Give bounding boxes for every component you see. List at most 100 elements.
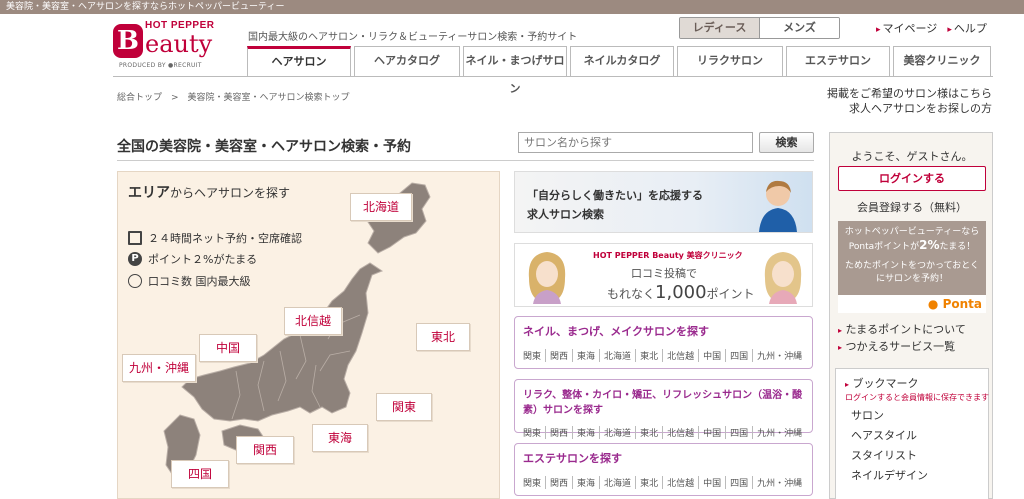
login-button[interactable]: ログインする xyxy=(838,166,986,191)
clinic-line2c: ポイント xyxy=(706,287,755,301)
region-chugoku[interactable]: 中国 xyxy=(199,334,257,362)
recruit-banner[interactable]: 「自分らしく働きたい」を応援する 求人サロン検索 xyxy=(514,171,813,233)
ponta-logo-text: Ponta xyxy=(942,297,982,311)
help-link[interactable]: ▸ ヘルプ xyxy=(947,20,987,36)
tab-relax-salon[interactable]: リラクサロン xyxy=(677,46,783,76)
bookmark-title: ▸ ブックマーク xyxy=(845,375,988,391)
region-kyushu-okinawa[interactable]: 九州・沖縄 xyxy=(122,354,196,382)
region-link[interactable]: 関西 xyxy=(546,476,574,489)
ponta-rate: 2% xyxy=(919,238,940,252)
points-icon: P xyxy=(128,252,142,266)
nail-eyelash-title[interactable]: ネイル、まつげ、メイクサロンを探す xyxy=(523,323,804,339)
region-link[interactable]: 北信越 xyxy=(663,476,700,489)
region-link[interactable]: 北海道 xyxy=(600,426,637,439)
region-link[interactable]: 四国 xyxy=(726,426,754,439)
region-link[interactable]: 東北 xyxy=(636,426,664,439)
region-link[interactable]: 九州・沖縄 xyxy=(753,476,806,489)
mens-tab[interactable]: メンズ xyxy=(760,18,839,38)
region-link[interactable]: 関東 xyxy=(523,426,547,439)
salon-search-input[interactable] xyxy=(518,132,753,153)
services-label: つかえるサービス一覧 xyxy=(845,340,956,353)
region-link[interactable]: 九州・沖縄 xyxy=(753,349,806,362)
region-tohoku[interactable]: 東北 xyxy=(416,323,470,351)
region-hokkaido[interactable]: 北海道 xyxy=(350,193,412,221)
speech-bubble-icon xyxy=(128,274,142,288)
ponta-logo: ● Ponta xyxy=(838,295,986,313)
help-label: ヘルプ xyxy=(953,22,987,35)
region-link[interactable]: 中国 xyxy=(699,426,727,439)
clinic-line1: 口コミ投稿で xyxy=(631,267,697,280)
region-links: 関東 関西 東海 北海道 東北 北信越 中国 四国 九州・沖縄 xyxy=(523,426,804,439)
relax-title[interactable]: リラク、整体・カイロ・矯正、リフレッシュサロン（温浴・酸素）サロンを探す xyxy=(523,386,804,416)
stylist-photo xyxy=(759,180,797,232)
ladies-tab[interactable]: レディース xyxy=(680,18,760,38)
region-link[interactable]: 北信越 xyxy=(663,426,700,439)
region-link[interactable]: 東海 xyxy=(573,426,601,439)
region-link[interactable]: 四国 xyxy=(726,476,754,489)
clinic-line2a: もれなく xyxy=(607,287,656,301)
tab-beauty-clinic[interactable]: 美容クリニック xyxy=(893,46,991,76)
tab-hair-salon[interactable]: ヘアサロン xyxy=(247,46,351,76)
region-link[interactable]: 関東 xyxy=(523,349,547,362)
points-info-link[interactable]: ▸ たまるポイントについて xyxy=(838,322,966,339)
ponta-line2c: たまる！ xyxy=(939,242,976,252)
hotpepper-beauty-logo[interactable]: HOT PEPPER B eauty PRODUCED BY ●RECRUIT xyxy=(113,20,225,72)
relax-search-box: リラク、整体・カイロ・矯正、リフレッシュサロン（温浴・酸素）サロンを探す 関東関… xyxy=(514,379,813,439)
top-banner-text: 美容院・美容室・ヘアサロンを探すならホットペッパービューティー xyxy=(0,0,1024,14)
pc-icon xyxy=(128,231,142,245)
region-link[interactable]: 北海道 xyxy=(600,476,637,489)
region-link[interactable]: 中国 xyxy=(699,349,727,362)
tab-nail-catalog[interactable]: ネイルカタログ xyxy=(570,46,674,76)
bookmark-nail-design[interactable]: ネイルデザイン xyxy=(845,467,988,483)
ponta-line1: ホットペッパービューティーなら xyxy=(844,227,980,237)
bookmark-hairstyle[interactable]: ヘアスタイル xyxy=(845,427,988,443)
clinic-points-amount: 1,000 xyxy=(655,282,707,303)
region-tokai[interactable]: 東海 xyxy=(312,424,368,452)
search-button[interactable]: 検索 xyxy=(759,132,814,153)
ponta-line3: ためたポイントをつかっておとく xyxy=(844,261,979,271)
bookmark-salon[interactable]: サロン xyxy=(845,407,988,423)
recruit-banner-line1: 「自分らしく働きたい」を応援する xyxy=(527,189,703,202)
tab-hair-catalog[interactable]: ヘアカタログ xyxy=(354,46,460,76)
tab-esthetic-salon[interactable]: エステサロン xyxy=(786,46,890,76)
region-shikoku[interactable]: 四国 xyxy=(171,460,229,488)
tab-nail-eyelash[interactable]: ネイル・まつげサロン xyxy=(463,46,567,95)
recruit-link[interactable]: 求人ヘアサロンをお探しの方 xyxy=(780,101,992,116)
services-link[interactable]: ▸ つかえるサービス一覧 xyxy=(838,339,966,356)
region-link[interactable]: 九州・沖縄 xyxy=(753,426,806,439)
mypage-label: マイページ xyxy=(882,22,938,35)
region-link[interactable]: 関東 xyxy=(523,476,547,489)
header-right-links: 掲載をご希望のサロン様はこちら 求人ヘアサロンをお探しの方 xyxy=(780,86,992,116)
region-link[interactable]: 関西 xyxy=(546,349,574,362)
region-link[interactable]: 北信越 xyxy=(663,349,700,362)
points-info-label: たまるポイントについて xyxy=(845,323,966,336)
region-link[interactable]: 中国 xyxy=(699,476,727,489)
recruit-banner-line2: 求人サロン検索 xyxy=(527,208,604,221)
tab-divider xyxy=(113,76,993,77)
region-hokushinetsu[interactable]: 北信越 xyxy=(284,307,342,335)
breadcrumb[interactable]: 総合トップ > 美容院・美容室・ヘアサロン検索トップ xyxy=(117,90,350,103)
esthetic-title[interactable]: エステサロンを探す xyxy=(523,450,804,466)
ponta-banner[interactable]: ホットペッパービューティーなら Pontaポイントが2%たまる！ ためたポイント… xyxy=(838,221,986,313)
bookmark-stylist[interactable]: スタイリスト xyxy=(845,447,988,463)
region-links: 関東 関西 東海 北海道 東北 北信越 中国 四国 九州・沖縄 xyxy=(523,349,804,362)
region-link[interactable]: 東海 xyxy=(573,349,601,362)
region-kanto[interactable]: 関東 xyxy=(376,393,432,421)
region-kansai[interactable]: 関西 xyxy=(236,436,294,464)
advertise-link[interactable]: 掲載をご希望のサロン様はこちら xyxy=(780,86,992,101)
nail-eyelash-search-box: ネイル、まつげ、メイクサロンを探す 関東 関西 東海 北海道 東北 北信越 中国 四国 九州・沖… xyxy=(514,316,813,369)
site-tagline: 国内最大級のヘアサロン・リラク＆ビューティーサロン検索・予約サイト xyxy=(248,32,578,43)
region-link[interactable]: 東北 xyxy=(636,476,664,489)
region-link[interactable]: 四国 xyxy=(726,349,754,362)
mypage-link[interactable]: ▸ マイページ xyxy=(876,20,937,36)
region-link[interactable]: 東海 xyxy=(573,476,601,489)
gender-toggle: レディース メンズ xyxy=(679,17,840,39)
clinic-banner[interactable]: HOT PEPPER Beauty 美容クリニック 口コミ投稿で もれなく1,0… xyxy=(514,243,813,307)
register-link[interactable]: 会員登録する（無料） xyxy=(830,199,994,215)
region-link[interactable]: 東北 xyxy=(636,349,664,362)
page-title: 全国の美容院・美容室・ヘアサロン検索・予約 xyxy=(117,139,411,155)
region-link[interactable]: 北海道 xyxy=(600,349,637,362)
region-link[interactable]: 関西 xyxy=(546,426,574,439)
top-links: ▸ マイページ ▸ ヘルプ xyxy=(876,20,987,36)
bookmark-label: ブックマーク xyxy=(852,377,919,390)
